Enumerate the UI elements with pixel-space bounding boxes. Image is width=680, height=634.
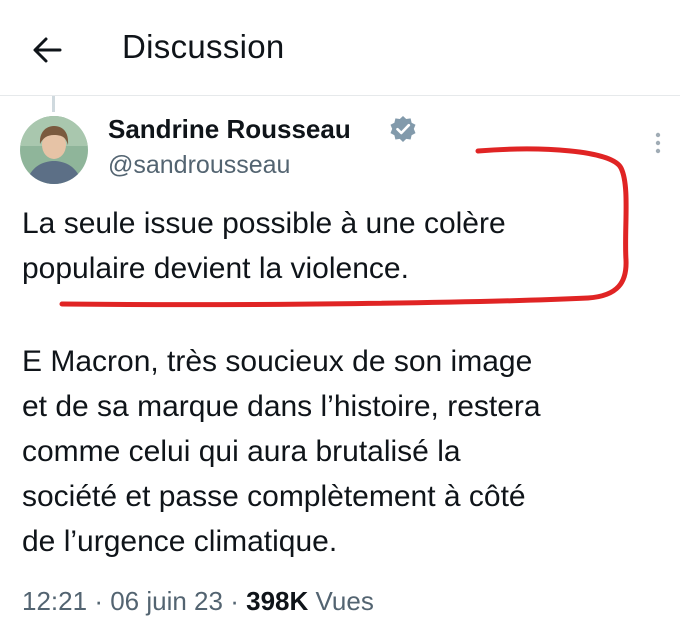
- meta-separator: ·: [94, 586, 103, 616]
- tweet-line: de l’urgence climatique.: [22, 525, 338, 558]
- author-handle[interactable]: @sandrousseau: [108, 151, 290, 180]
- tweet-line: E Macron, très soucieux de son image: [22, 345, 533, 378]
- meta-separator: ·: [230, 586, 239, 616]
- arrow-left-icon: [33, 37, 62, 63]
- thread-connector-line: [52, 96, 55, 112]
- views-count[interactable]: 398K: [246, 586, 308, 616]
- author-name[interactable]: Sandrine Rousseau: [108, 114, 351, 145]
- views-label: Vues: [315, 586, 374, 616]
- tweet-line: société et passe complètement à côté: [22, 480, 526, 513]
- back-button[interactable]: [26, 30, 70, 70]
- page-title: Discussion: [122, 28, 285, 65]
- top-bar: Discussion: [0, 0, 680, 96]
- verified-badge-icon: [388, 114, 418, 144]
- tweet-line: La seule issue possible à une colère: [22, 207, 506, 240]
- tweet-paragraph-1: La seule issue possible à une colère pop…: [22, 201, 506, 291]
- more-options-button[interactable]: [646, 130, 670, 158]
- tweet-line: et de sa marque dans l’histoire, restera: [22, 390, 541, 423]
- tweet-time[interactable]: 12:21: [22, 586, 87, 616]
- tweet-paragraph-2: E Macron, très soucieux de son image et …: [22, 339, 541, 564]
- tweet-date[interactable]: 06 juin 23: [110, 586, 223, 616]
- tweet-line: comme celui qui aura brutalisé la: [22, 435, 461, 468]
- tweet-line: populaire devient la violence.: [22, 252, 409, 285]
- avatar[interactable]: [20, 116, 88, 184]
- more-vertical-icon: [655, 132, 661, 154]
- tweet-metadata: 12:21 · 06 juin 23 · 398K Vues: [22, 586, 374, 617]
